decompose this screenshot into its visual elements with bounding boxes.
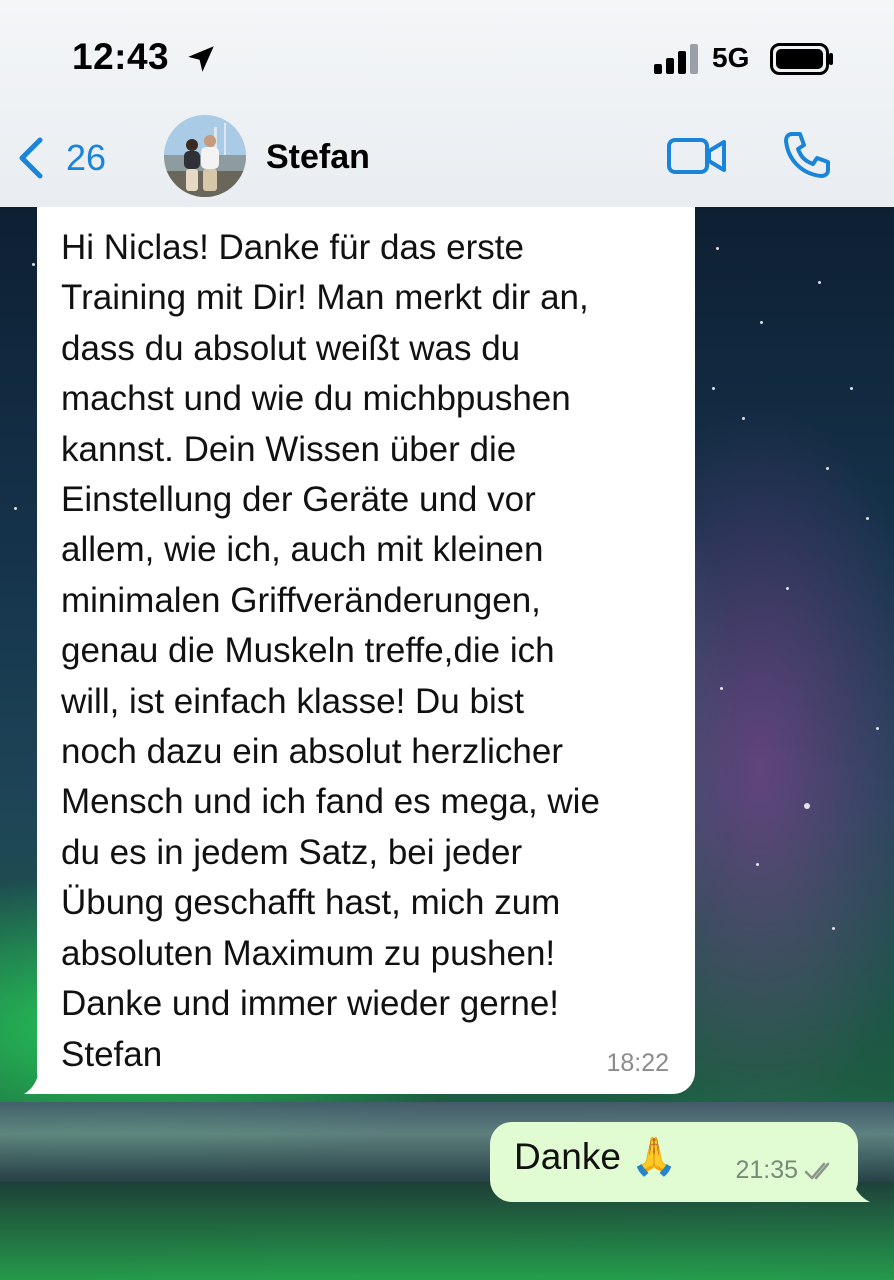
video-call-icon[interactable] bbox=[666, 134, 728, 178]
phone-icon[interactable] bbox=[782, 130, 832, 180]
chat-header: 12:43 5G 26 Stefan bbox=[0, 0, 894, 208]
double-check-icon bbox=[804, 1162, 830, 1179]
incoming-message-time: 18:22 bbox=[606, 1049, 669, 1077]
chevron-left-icon bbox=[19, 137, 43, 179]
battery-icon bbox=[770, 43, 833, 75]
back-button[interactable]: 26 bbox=[14, 128, 106, 188]
incoming-message-bubble[interactable]: Hi Niclas! Danke für das erste Training … bbox=[37, 207, 695, 1094]
avatar[interactable] bbox=[164, 115, 246, 197]
incoming-message-text: Hi Niclas! Danke für das erste Training … bbox=[61, 228, 600, 1074]
status-time: 12:43 bbox=[72, 36, 170, 77]
outgoing-message-text: Danke 🙏 bbox=[514, 1136, 678, 1177]
unread-count: 26 bbox=[66, 137, 107, 178]
outgoing-message-bubble[interactable]: Danke 🙏 21:35 bbox=[490, 1122, 858, 1202]
network-label: 5G bbox=[712, 42, 750, 73]
location-arrow-icon bbox=[188, 46, 214, 72]
outgoing-message-meta: 21:35 bbox=[735, 1156, 836, 1185]
contact-name[interactable]: Stefan bbox=[266, 138, 370, 177]
outgoing-message-time: 21:35 bbox=[735, 1156, 798, 1184]
signal-bars-icon bbox=[654, 44, 698, 74]
avatar-photo bbox=[164, 115, 246, 197]
